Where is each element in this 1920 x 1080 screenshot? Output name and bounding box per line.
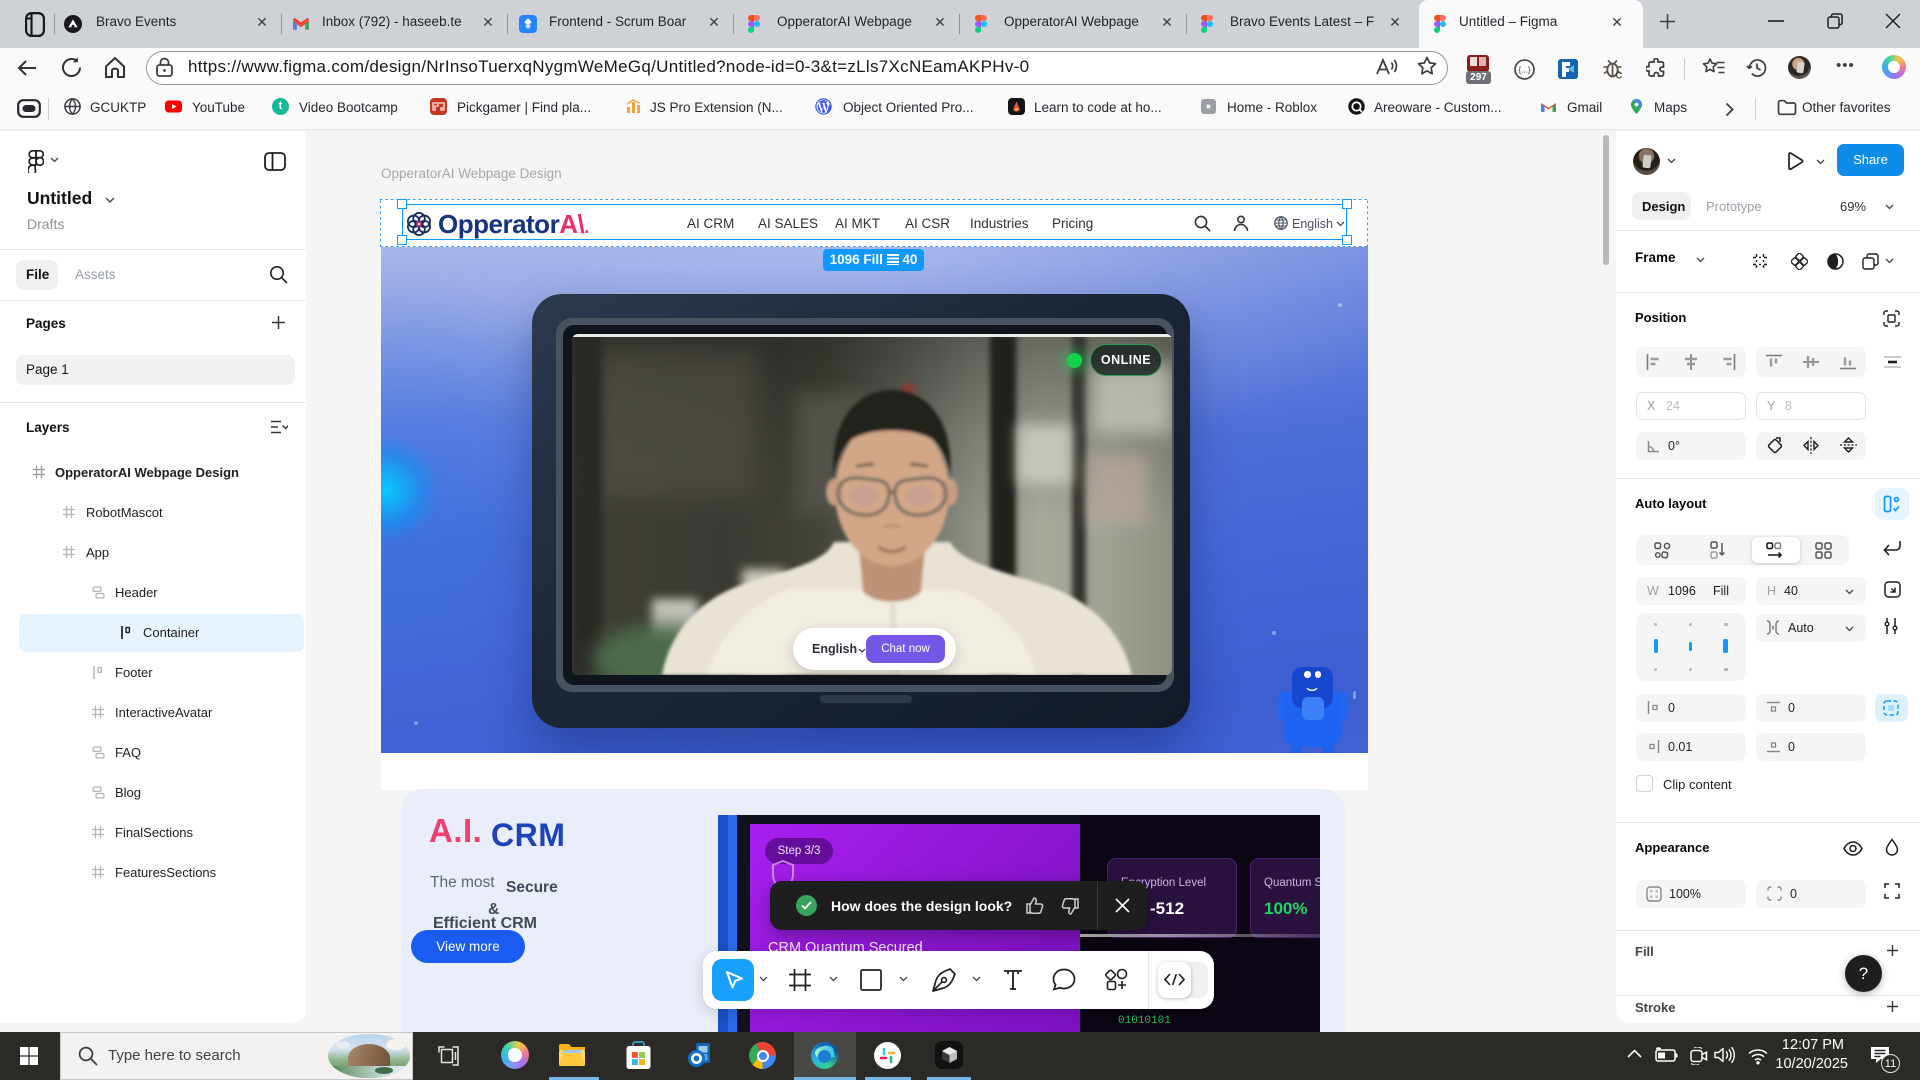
svg-text:{...}: {...} [1518,66,1530,75]
svg-text:C: C [1616,71,1623,81]
